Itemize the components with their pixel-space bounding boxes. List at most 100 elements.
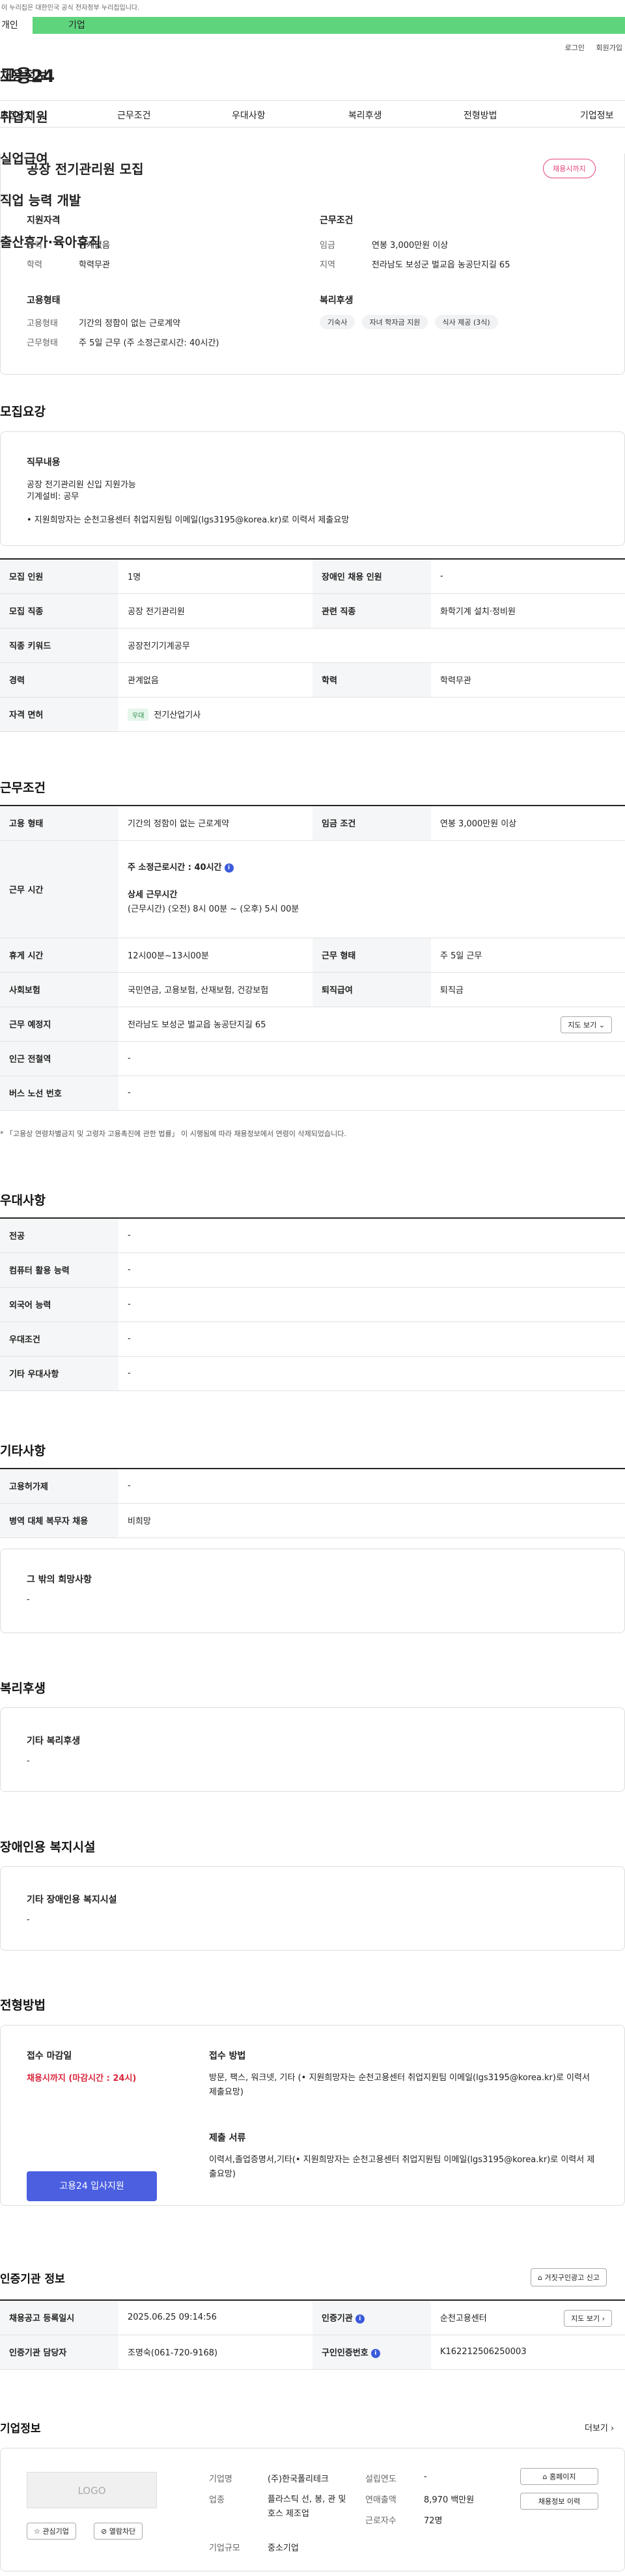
qual-heading: 지원자격 bbox=[27, 215, 61, 226]
company-heading: 기업정보 bbox=[0, 2422, 41, 2435]
apply-button[interactable]: 고용24 입사지원 bbox=[27, 2171, 157, 2201]
agency-map-button[interactable]: 지도 보기 › bbox=[564, 2310, 612, 2327]
welfare-chip: 식사 제공 (3식) bbox=[434, 315, 498, 329]
agency-table: 채용공고 등록일시 2025.06.25 09:14:56 인증기관 i 순천고용… bbox=[0, 2299, 625, 2370]
login-link[interactable]: 로그인 bbox=[565, 44, 585, 52]
company-staff: 72명 bbox=[424, 2516, 443, 2526]
table-row: 고용 형태 기간의 정함이 없는 근로계약 임금 조건 연봉 3,000만원 이… bbox=[0, 806, 625, 841]
welfare-chip: 자녀 학자금 지원 bbox=[361, 315, 428, 329]
table-row: 근무 예정지 전라남도 보성군 벌교읍 농공단지길 65 지도 보기 ⌄ bbox=[0, 1007, 625, 1042]
welfare-chip: 기숙사 bbox=[320, 315, 355, 329]
home-icon: ⌂ bbox=[542, 2473, 548, 2481]
table-row: 사회보험 국민연금, 고용보험, 산재보험, 건강보험 퇴직급여 퇴직금 bbox=[0, 972, 625, 1007]
table-row: 고용허가제 - bbox=[0, 1469, 625, 1504]
career-label: 경력 bbox=[27, 241, 42, 251]
global-nav: 고용24 채용정보 취업지원 실업급여 직업 능력 개발 출산휴가·육아휴직 bbox=[0, 53, 625, 250]
work-type-label: 근무형태 bbox=[27, 338, 58, 348]
member-type-tabs: 개인 기업 bbox=[0, 17, 625, 34]
tab-personal[interactable]: 개인 bbox=[0, 17, 33, 34]
block-button[interactable]: ⊘ 열람차단 bbox=[94, 2523, 143, 2540]
deadline-label: 접수 마감일 bbox=[27, 2051, 72, 2061]
conditions-table: 고용 형태 기간의 정함이 없는 근로계약 임금 조건 연봉 3,000만원 이… bbox=[0, 805, 625, 1111]
info-icon[interactable]: i bbox=[355, 2314, 365, 2324]
subnav-welfare[interactable]: 복리후생 bbox=[348, 109, 382, 122]
subnav-conditions[interactable]: 근무조건 bbox=[117, 109, 151, 122]
table-row: 버스 노선 번호 - bbox=[0, 1076, 625, 1111]
welfare-chips: 기숙사 자녀 학자금 지원 식사 제공 (3식) bbox=[320, 315, 502, 329]
star-icon: ☆ bbox=[34, 2527, 40, 2536]
table-row: 직종 키워드 공장전기기계공무 bbox=[0, 628, 625, 663]
etc-table: 고용허가제 - 병역 대체 복무자 채용 비희망 bbox=[0, 1468, 625, 1538]
gnb-item-jobs[interactable]: 채용정보 bbox=[0, 53, 625, 95]
career-value: 관계없음 bbox=[79, 241, 110, 251]
duty-note: • 지원희망자는 순천고용센터 취업지원팀 이메일(lgs3195@korea.… bbox=[27, 515, 350, 525]
edu-label: 학력 bbox=[27, 260, 42, 270]
table-row: 인근 전철역 - bbox=[0, 1041, 625, 1076]
duty-label: 직무내용 bbox=[27, 457, 61, 468]
utility-links: 로그인 회원가입 bbox=[0, 34, 625, 53]
site-logo[interactable]: 고용24 bbox=[0, 62, 81, 87]
selection-card: 접수 마감일 채용시까지 (마감시간 : 24시) 고용24 입사지원 접수 방… bbox=[0, 2025, 625, 2206]
cond-heading: 근무조건 bbox=[320, 215, 354, 226]
subnav-company[interactable]: 기업정보 bbox=[580, 109, 614, 122]
info-icon[interactable]: i bbox=[224, 863, 234, 873]
company-name: (주)한국폴리테크 bbox=[268, 2474, 329, 2484]
disabled-label: 기타 장애인용 복지시설 bbox=[27, 1895, 117, 1905]
house-icon: ⌂ bbox=[538, 2273, 542, 2282]
favorite-button[interactable]: ☆ 관심기업 bbox=[27, 2523, 76, 2540]
table-row: 우대조건 - bbox=[0, 1322, 625, 1357]
company-size: 중소기업 bbox=[268, 2543, 299, 2553]
more-link[interactable]: 더보기 › bbox=[585, 2421, 614, 2434]
map-button[interactable]: 지도 보기 ⌄ bbox=[561, 1016, 612, 1033]
wage-value: 연봉 3,000만원 이상 bbox=[372, 241, 449, 251]
table-row: 기타 우대사항 - bbox=[0, 1356, 625, 1391]
emp-heading: 고용형태 bbox=[27, 295, 61, 306]
chevron-right-icon: › bbox=[602, 2314, 605, 2323]
table-row: 채용공고 등록일시 2025.06.25 09:14:56 인증기관 i 순천고용… bbox=[0, 2300, 625, 2335]
block-icon: ⊘ bbox=[101, 2527, 107, 2536]
disabled-card: 기타 장애인용 복지시설 - bbox=[0, 1866, 625, 1951]
table-row: 자격 면허 우대 전기산업기사 bbox=[0, 697, 625, 732]
method-value: 방문, 팩스, 워크넷, 기타 (• 지원희망자는 순천고용센터 취업지원팀 이… bbox=[209, 2073, 590, 2097]
join-link[interactable]: 회원가입 bbox=[596, 44, 622, 52]
etc-other-card: 그 밖의 희망사항 - bbox=[0, 1549, 625, 1633]
edu-value: 학력무관 bbox=[79, 260, 110, 270]
subnav-preference[interactable]: 우대사항 bbox=[232, 109, 266, 122]
summary-card: 공장 전기관리원 모집 채용시까지 지원자격 경력 관계없음 학력 학력무관 고… bbox=[0, 154, 625, 375]
disabled-value: - bbox=[27, 1915, 30, 1925]
selection-heading: 전형방법 bbox=[0, 1998, 46, 2013]
table-row: 근무 시간 주 소정근로시간 : 40시간 i 상세 근무시간 (근무시간) (오… bbox=[0, 840, 625, 938]
history-button[interactable]: 채용정보 이력 bbox=[520, 2493, 598, 2510]
report-button[interactable]: ⌂ 거짓구인광고 신고 bbox=[531, 2268, 607, 2286]
region-value: 전라남도 보성군 벌교읍 농공단지길 65 bbox=[372, 260, 510, 270]
duty-card: 직무내용 공장 전기관리원 신입 지원가능 기계설비: 공무 • 지원희망자는 … bbox=[0, 431, 625, 546]
gov-banner: 이 누리집은 대한민국 공식 전자정부 누리집입니다. bbox=[0, 0, 625, 17]
wage-label: 임금 bbox=[320, 241, 335, 251]
deadline-value: 채용시까지 (마감시간 : 24시) bbox=[27, 2074, 137, 2083]
homepage-button[interactable]: ⌂ 홈페이지 bbox=[520, 2468, 598, 2485]
recruit-table: 모집 인원 1명 장애인 채용 인원 - 모집 직종 공장 전기관리원 관련 직… bbox=[0, 558, 625, 732]
table-row: 모집 인원 1명 장애인 채용 인원 - bbox=[0, 559, 625, 594]
chevron-down-icon: ⌄ bbox=[598, 1020, 605, 1029]
preference-heading: 우대사항 bbox=[0, 1193, 46, 1208]
preference-table: 전공 - 컴퓨터 활용 능력 - 외국어 능력 - 우대조건 - 기타 우대사항 - bbox=[0, 1217, 625, 1391]
subnav-selection[interactable]: 전형방법 bbox=[464, 109, 497, 122]
detail-hours: (근무시간) (오전) 8시 00분 ~ (오후) 5시 00분 bbox=[128, 904, 299, 914]
job-title: 공장 전기관리원 모집 bbox=[27, 161, 144, 177]
other-value: - bbox=[27, 1595, 30, 1605]
disabled-heading: 장애인용 복지시설 bbox=[0, 1840, 96, 1854]
table-row: 병역 대체 복무자 채용 비희망 bbox=[0, 1503, 625, 1538]
welfare-heading: 복리후생 bbox=[320, 295, 354, 306]
welfare-card: 기타 복리후생 - bbox=[0, 1707, 625, 1792]
detail-hours-title: 상세 근무시간 bbox=[128, 890, 178, 900]
table-row: 휴게 시간 12시00분~13시00분 근무 형태 주 5일 근무 bbox=[0, 938, 625, 973]
docs-label: 제출 서류 bbox=[209, 2133, 246, 2143]
info-icon[interactable]: i bbox=[370, 2348, 380, 2358]
docs-value: 이력서,졸업증명서,기타(• 지원희망자는 순천고용센터 취업지원팀 이메일(l… bbox=[209, 2155, 595, 2179]
subnav-recruit[interactable]: 모집요강 bbox=[0, 109, 34, 122]
table-row: 모집 직종 공장 전기관리원 관련 직종 화학기계 설치·정비원 bbox=[0, 593, 625, 629]
welfare-value: - bbox=[27, 1756, 30, 1766]
tab-company[interactable]: 기업 bbox=[33, 17, 625, 34]
chevron-right-icon: › bbox=[611, 2424, 615, 2434]
table-row: 전공 - bbox=[0, 1218, 625, 1253]
